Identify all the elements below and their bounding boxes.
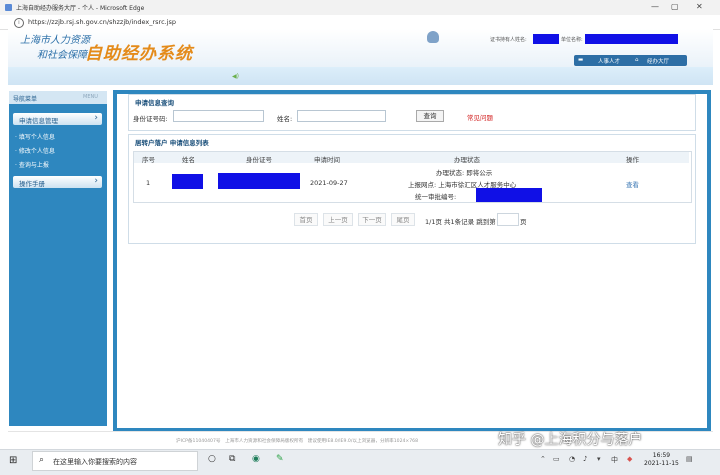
next-page-button[interactable]: 下一页 [358,213,386,226]
page-unit: 页 [520,218,527,226]
prev-page-button[interactable]: 上一页 [323,213,353,226]
sidebar-header: 导航菜单 MENU [9,91,107,104]
chevron-right-icon: › [94,176,98,186]
speaker-icon: ◀) [232,73,239,80]
taskbar-clock[interactable]: 16:59 2021-11-15 [644,452,679,468]
redacted-unit-name [585,34,678,44]
taskbar-search-placeholder: 在这里输入你要搜索的内容 [53,458,137,466]
cortana-icon[interactable]: ○ [208,454,216,464]
sidebar-item-edit-info[interactable]: · 修改个人信息 [15,146,55,155]
chevron-right-icon: › [94,113,98,123]
tray-app-icon[interactable]: ▾ [597,455,601,463]
col-index: 序号 [142,156,155,164]
query-section-title: 申请信息查询 [135,99,174,107]
user-info-bar: 证书持有人姓名: 单位名称: [427,31,679,45]
tray-battery-icon[interactable]: ▭ [553,455,560,463]
nav-service-hall[interactable]: 经办大厅 [647,57,669,65]
close-button[interactable]: ✕ [696,2,703,11]
window-title: 上海自助经办服务大厅 - 个人 - Microsoft Edge [16,5,145,12]
tray-chevron-icon[interactable]: ⌃ [540,455,546,463]
taskbar-search-box[interactable]: ⌕ 在这里输入你要搜索的内容 [32,451,198,471]
id-number-label: 身份证号码: [133,115,168,123]
edge-icon[interactable]: ◉ [252,454,260,464]
row-index: 1 [146,179,151,187]
tray-antivirus-icon[interactable]: ◆ [627,455,632,463]
redacted-approval-number [476,188,542,202]
id-number-input[interactable] [173,110,264,122]
nav-hall-icon: ⌂ [635,57,639,63]
window-title-bar: 上海自助经办服务大厅 - 个人 - Microsoft Edge — ▢ ✕ [0,0,720,15]
tray-input-icon[interactable]: 中 [611,455,618,465]
footer-text: 沪ICP备11040407号 上海市人力资源和社会保障局版权所有 建议使用IE8… [176,439,419,444]
name-input[interactable] [297,110,386,122]
page-info: 1/1页 共1条记录 跳到第 [425,218,496,226]
header-bottom-bar [8,67,713,85]
tray-network-icon[interactable]: ◔ [569,455,575,463]
sidebar-group-manual[interactable]: 操作手册 › [13,176,102,188]
page-jump-input[interactable] [497,213,519,226]
address-bar[interactable]: i https://zzjb.rsj.sh.gov.cn/shzzjb/inde… [0,15,720,30]
row-approval-number-label: 统一审批编号: [415,193,457,201]
sidebar [9,91,107,426]
redacted-id-number [218,173,300,189]
zhihu-watermark: 知乎 @上海积分与落户 [498,432,643,448]
user-avatar-icon [427,31,439,43]
url-text[interactable]: https://zzjb.rsj.sh.gov.cn/shzzjb/index_… [28,18,176,26]
query-button[interactable]: 查询 [416,110,444,122]
nav-personnel-icon: ▬ [578,57,584,63]
col-apply-time: 申请时间 [314,156,340,164]
site-info-icon[interactable]: i [14,18,24,28]
clock-date: 2021-11-15 [644,460,679,467]
search-icon: ⌕ [39,455,45,465]
redacted-name [172,174,203,189]
logo-line1: 上海市人力资源 [20,35,90,46]
name-label: 姓名: [277,115,293,123]
row-status: 办理状态: 即将公示 [436,169,493,177]
row-apply-time: 2021-09-27 [310,179,348,187]
faq-link[interactable]: 常见问题 [467,112,493,122]
cert-holder-label: 证书持有人姓名: [490,37,527,43]
sidebar-item-query-report[interactable]: · 查询与上报 [15,160,49,169]
col-id-number: 身份证号 [246,156,272,164]
maximize-button[interactable]: ▢ [671,2,679,11]
tray-volume-icon[interactable]: ♪ [583,455,587,463]
notification-icon[interactable]: ▤ [686,455,693,463]
sidebar-title-en: MENU [83,94,98,100]
top-nav: ▬ 人事人才 ⌂ 经办大厅 [574,55,687,66]
sidebar-group-label: 操作手册 [19,180,45,188]
first-page-button[interactable]: 首页 [294,213,318,226]
sidebar-item-fill-info[interactable]: · 填写个人信息 [15,132,55,141]
minimize-button[interactable]: — [651,2,659,11]
table-row: 1 2021-09-27 办理状态: 即将公示 上报网点: 上海市徐汇区人才服务… [134,164,689,202]
sidebar-group-label: 申请信息管理 [19,117,58,125]
sidebar-title: 导航菜单 [13,96,38,103]
redacted-user-name [533,34,559,44]
sidebar-group-application[interactable]: 申请信息管理 › [13,113,102,125]
logo-line2: 和社会保障 [37,50,87,61]
wechat-icon[interactable]: ✎ [276,454,284,464]
col-action: 操作 [626,156,639,164]
clock-time: 16:59 [652,452,671,459]
site-favicon-icon [5,4,12,11]
view-link[interactable]: 查看 [626,179,639,189]
col-name: 姓名 [182,156,195,164]
table-header [134,152,689,163]
nav-personnel-talent[interactable]: 人事人才 [598,57,620,65]
system-name-logo: 自助经办系统 [85,44,193,64]
list-section-title: 居转户落户 申请信息列表 [135,139,209,147]
task-view-icon[interactable]: ⧉ [229,454,235,464]
col-status: 办理状态 [454,156,480,164]
unit-name-label: 单位名称: [561,37,583,43]
last-page-button[interactable]: 尾页 [391,213,415,226]
windows-start-icon[interactable]: ⊞ [9,455,17,466]
